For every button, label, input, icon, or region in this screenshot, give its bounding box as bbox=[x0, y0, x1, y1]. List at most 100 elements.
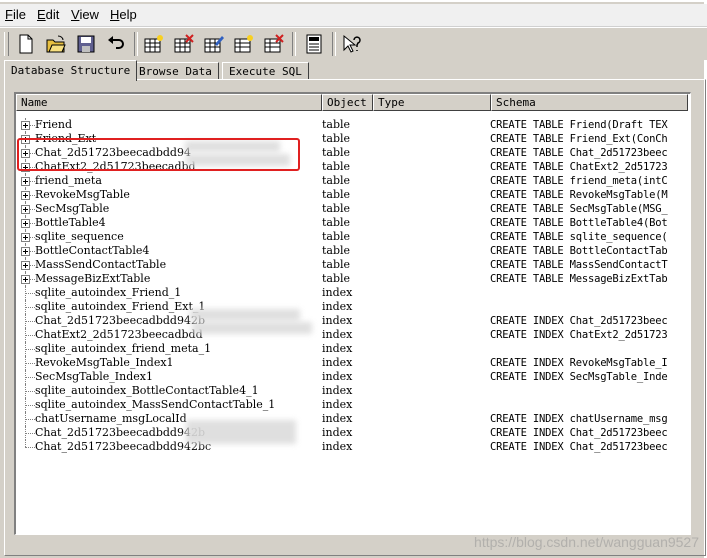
tree-row-index[interactable]: SecMsgTable_Index1 index CREATE INDEX SecM… bbox=[16, 370, 690, 384]
tree-row-table[interactable]: Friend table CREATE TABLE Friend(Draft TEX bbox=[16, 118, 690, 132]
row-schema: CREATE TABLE ChatExt2_2d51723 bbox=[490, 161, 668, 173]
tree-row-index[interactable]: sqlite_autoindex_MassSendContactTable_1 i… bbox=[16, 398, 690, 412]
tree-row-table[interactable]: BottleContactTable4 table CREATE TABLE Bot… bbox=[16, 244, 690, 258]
watermark: https://blog.csdn.net/wangguan9527 bbox=[474, 534, 699, 550]
delete-table-icon[interactable] bbox=[172, 32, 196, 56]
row-schema: CREATE TABLE BottleContactTab bbox=[490, 245, 668, 257]
tree-line bbox=[25, 307, 35, 308]
tree-row-table[interactable]: friend_meta table CREATE TABLE friend_meta… bbox=[16, 174, 690, 188]
row-name: RevokeMsgTable bbox=[35, 188, 130, 201]
tree-row-index[interactable]: Chat_2d51723beecadbdd942bc index CREATE IN… bbox=[16, 440, 690, 454]
row-schema: CREATE INDEX RevokeMsgTable_I bbox=[490, 357, 668, 369]
open-folder-icon[interactable] bbox=[44, 32, 68, 56]
row-object: table bbox=[322, 132, 351, 145]
tree-row-table[interactable]: RevokeMsgTable table CREATE TABLE RevokeMs… bbox=[16, 188, 690, 202]
menu-file[interactable]: File bbox=[5, 7, 26, 22]
row-object: index bbox=[322, 398, 353, 411]
tree-line bbox=[25, 405, 35, 406]
row-name: sqlite_autoindex_BottleContactTable4_1 bbox=[35, 384, 259, 397]
modify-table-icon[interactable] bbox=[202, 32, 226, 56]
tree-row-index[interactable]: sqlite_autoindex_Friend_1 index bbox=[16, 286, 690, 300]
tree-line bbox=[25, 391, 35, 392]
row-schema: CREATE INDEX chatUsername_msg bbox=[490, 413, 668, 425]
row-object: table bbox=[322, 146, 351, 159]
row-object: index bbox=[322, 384, 353, 397]
row-schema: CREATE INDEX ChatExt2_2d51723 bbox=[490, 329, 668, 341]
log-icon[interactable] bbox=[302, 32, 326, 56]
row-object: index bbox=[322, 300, 353, 313]
row-name: BottleContactTable4 bbox=[35, 244, 150, 257]
row-name: MessageBizExtTable bbox=[35, 272, 151, 285]
tree-row-table[interactable]: sqlite_sequence table CREATE TABLE sqlite_… bbox=[16, 230, 690, 244]
row-object: table bbox=[322, 188, 351, 201]
toolbar-grip[interactable] bbox=[4, 32, 9, 56]
row-object: table bbox=[322, 230, 351, 243]
row-schema: CREATE TABLE RevokeMsgTable(M bbox=[490, 189, 668, 201]
save-icon[interactable] bbox=[74, 32, 98, 56]
row-name: Friend bbox=[35, 118, 73, 131]
row-schema: CREATE TABLE Friend(Draft TEX bbox=[490, 119, 668, 131]
toolbar bbox=[0, 27, 707, 60]
tree-line bbox=[25, 363, 35, 364]
delete-index-icon[interactable] bbox=[262, 32, 286, 56]
row-object: index bbox=[322, 370, 353, 383]
new-file-icon[interactable] bbox=[14, 32, 38, 56]
tab-browse-data[interactable]: Browse Data bbox=[132, 62, 219, 80]
row-object: table bbox=[322, 244, 351, 257]
row-object: table bbox=[322, 118, 351, 131]
menu-help[interactable]: Help bbox=[110, 7, 137, 22]
tree-row-index[interactable]: ChatExt2_2d51723beecadbdd index CREATE IND… bbox=[16, 328, 690, 342]
row-name: RevokeMsgTable_Index1 bbox=[35, 356, 174, 369]
row-name: SecMsgTable bbox=[35, 202, 110, 215]
row-object: index bbox=[322, 356, 353, 369]
row-object: index bbox=[322, 426, 353, 439]
column-header-type[interactable]: Type bbox=[373, 94, 491, 111]
create-index-icon[interactable] bbox=[232, 32, 256, 56]
tree-line bbox=[25, 440, 26, 447]
tree-line bbox=[25, 335, 35, 336]
row-object: index bbox=[322, 412, 353, 425]
row-object: table bbox=[322, 272, 351, 285]
tab-database-structure[interactable]: Database Structure bbox=[4, 60, 138, 81]
column-header-schema[interactable]: Schema bbox=[491, 94, 688, 111]
menu-edit[interactable]: Edit bbox=[37, 7, 59, 22]
row-name: friend_meta bbox=[35, 174, 102, 187]
column-header-object[interactable]: Object bbox=[322, 94, 373, 111]
tree-row-table[interactable]: SecMsgTable table CREATE TABLE SecMsgTable… bbox=[16, 202, 690, 216]
create-table-icon[interactable] bbox=[142, 32, 166, 56]
row-object: index bbox=[322, 286, 353, 299]
tree-line bbox=[25, 377, 35, 378]
row-name: sqlite_sequence bbox=[35, 230, 124, 243]
tree-row-table[interactable]: MassSendContactTable table CREATE TABLE Ma… bbox=[16, 258, 690, 272]
tree-row-index[interactable]: sqlite_autoindex_friend_meta_1 index bbox=[16, 342, 690, 356]
menu-view[interactable]: View bbox=[71, 7, 99, 22]
tree-row-index[interactable]: sqlite_autoindex_BottleContactTable4_1 in… bbox=[16, 384, 690, 398]
tree-line bbox=[25, 433, 35, 434]
tree-line bbox=[25, 293, 35, 294]
tree-row-index[interactable]: Chat_2d51723beecadbdd942b index CREATE IND… bbox=[16, 314, 690, 328]
tree-line bbox=[25, 447, 35, 448]
row-schema: CREATE TABLE BottleTable4(Bot bbox=[490, 217, 668, 229]
tree-row-index[interactable]: RevokeMsgTable_Index1 index CREATE INDEX R… bbox=[16, 356, 690, 370]
tree-row-index[interactable]: Chat_2d51723beecadbdd942b index CREATE IND… bbox=[16, 426, 690, 440]
row-object: table bbox=[322, 216, 351, 229]
row-object: index bbox=[322, 328, 353, 341]
row-object: index bbox=[322, 440, 353, 453]
row-object: index bbox=[322, 342, 353, 355]
tree-row-index[interactable]: chatUsername_msgLocalId index CREATE INDEX… bbox=[16, 412, 690, 426]
row-object: table bbox=[322, 174, 351, 187]
row-name: BottleTable4 bbox=[35, 216, 106, 229]
row-object: table bbox=[322, 160, 351, 173]
whats-this-icon[interactable] bbox=[340, 32, 364, 56]
row-schema: CREATE INDEX Chat_2d51723beec bbox=[490, 441, 668, 453]
column-header-name[interactable]: Name bbox=[16, 94, 322, 111]
tree-row-index[interactable]: sqlite_autoindex_Friend_Ext_1 index bbox=[16, 300, 690, 314]
tab-execute-sql[interactable]: Execute SQL bbox=[222, 62, 309, 80]
tree-row-table[interactable]: MessageBizExtTable table CREATE TABLE Mess… bbox=[16, 272, 690, 286]
row-schema: CREATE INDEX Chat_2d51723beec bbox=[490, 427, 668, 439]
row-schema: CREATE INDEX Chat_2d51723beec bbox=[490, 315, 668, 327]
undo-icon[interactable] bbox=[104, 32, 128, 56]
row-schema: CREATE TABLE MessageBizExtTab bbox=[490, 273, 668, 285]
tree-row-table[interactable]: BottleTable4 table CREATE TABLE BottleTabl… bbox=[16, 216, 690, 230]
row-name: MassSendContactTable bbox=[35, 258, 167, 271]
